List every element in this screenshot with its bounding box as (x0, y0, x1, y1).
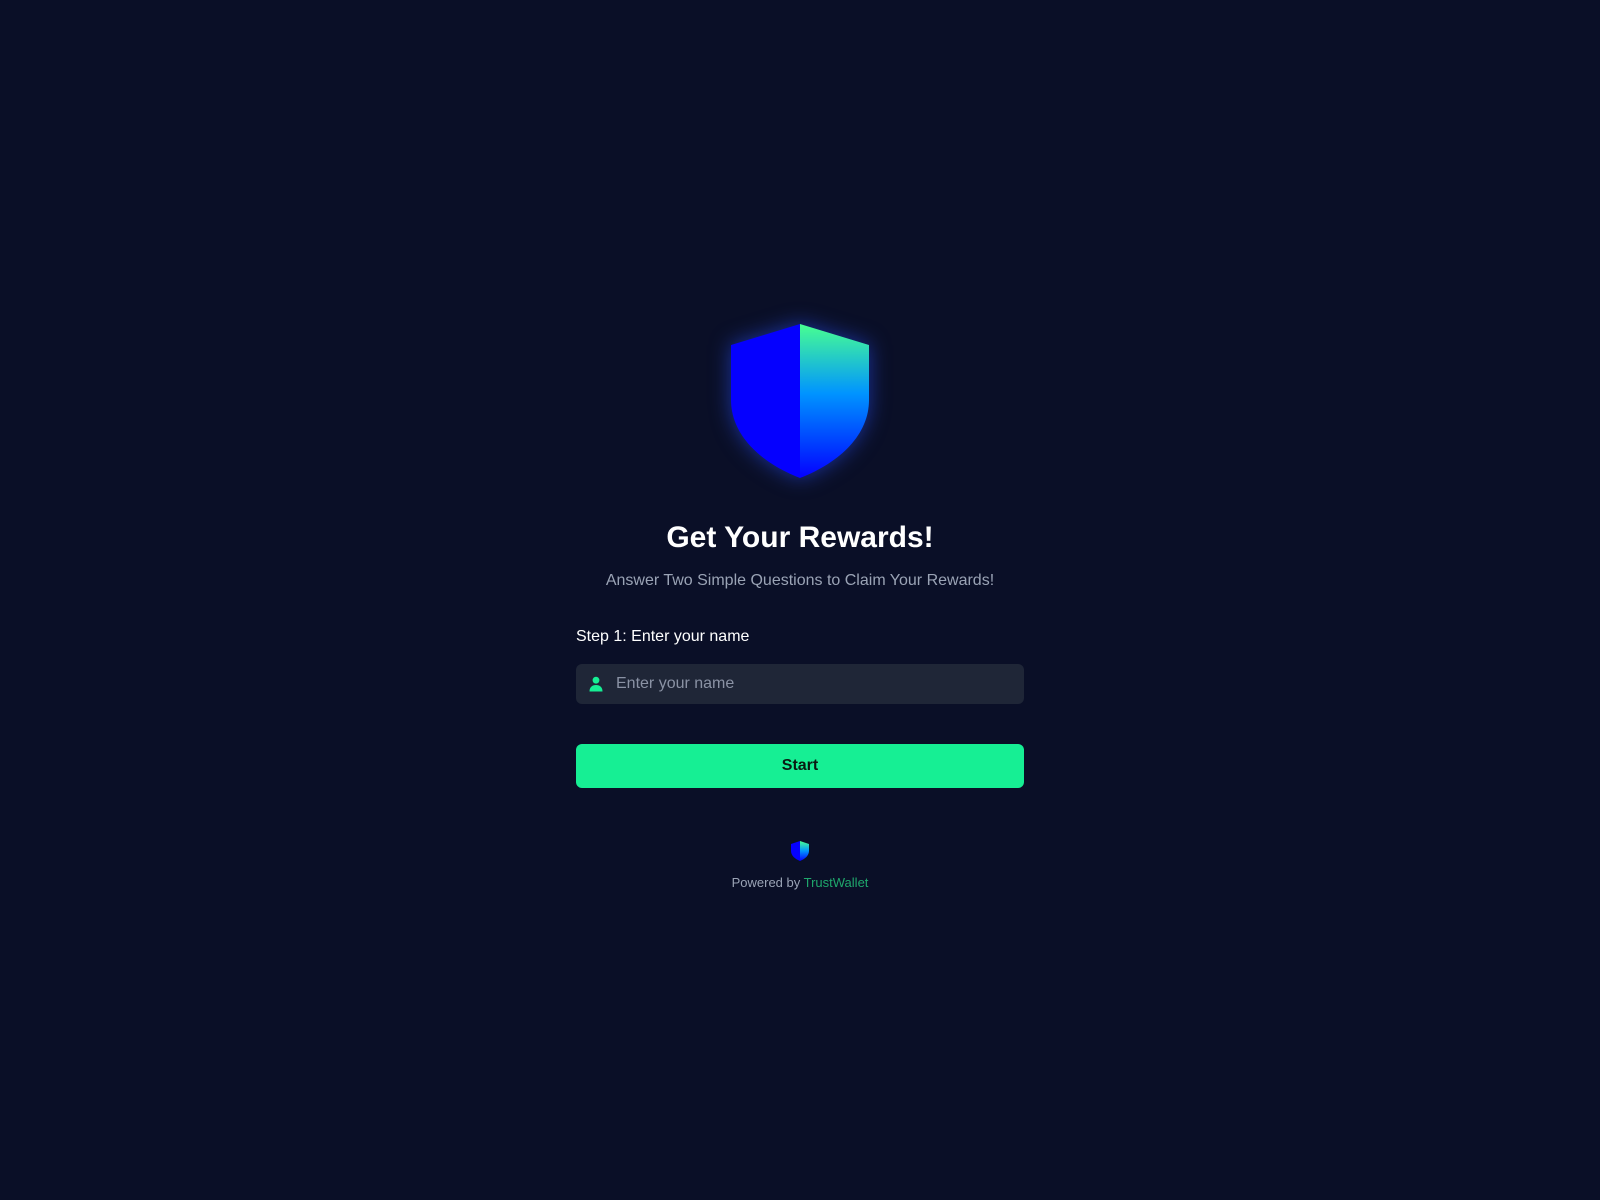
name-field[interactable] (576, 664, 1024, 704)
reward-card: Get Your Rewards! Answer Two Simple Ques… (576, 322, 1024, 892)
page: Get Your Rewards! Answer Two Simple Ques… (0, 0, 1600, 1200)
brand-link[interactable]: TrustWallet (804, 875, 869, 890)
powered-by: Powered by TrustWallet (732, 874, 869, 892)
start-button[interactable]: Start (576, 744, 1024, 788)
trustwallet-shield-icon (790, 840, 810, 862)
trustwallet-shield-icon (729, 322, 871, 480)
page-subtitle: Answer Two Simple Questions to Claim You… (605, 572, 995, 589)
user-icon (588, 676, 604, 692)
name-input[interactable] (616, 665, 1024, 703)
step-label: Step 1: Enter your name (576, 628, 750, 645)
page-title: Get Your Rewards! (666, 521, 934, 554)
powered-by-label: Powered by (731, 875, 801, 890)
